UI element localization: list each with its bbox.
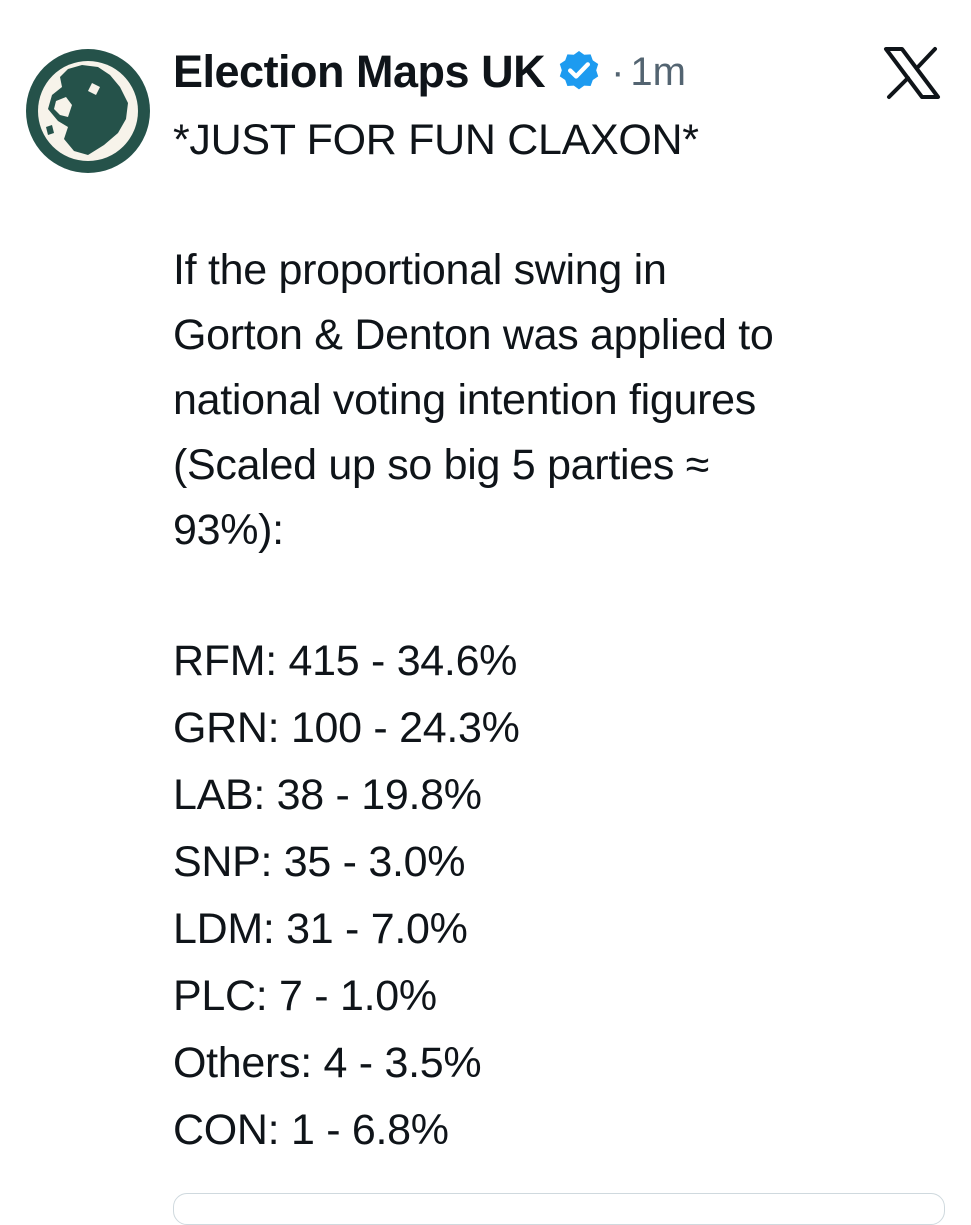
result-line: RFM: 415 - 34.6% (173, 637, 518, 685)
tweet-timestamp[interactable]: 1m (630, 50, 686, 95)
separator-dot: · (611, 49, 625, 94)
result-line: CON: 1 - 6.8% (173, 1106, 449, 1154)
text-line: Gorton & Denton was applied to (173, 311, 774, 359)
text-line: *JUST FOR FUN CLAXON* (173, 116, 699, 164)
result-line: LAB: 38 - 19.8% (173, 771, 482, 819)
text-line: If the proportional swing in (173, 246, 667, 294)
result-line: PLC: 7 - 1.0% (173, 972, 437, 1020)
author-name[interactable]: Election Maps UK (173, 46, 546, 98)
text-line: national voting intention figures (173, 376, 756, 424)
tweet-header: Election Maps UK · 1m (173, 42, 686, 102)
tweet-text: *JUST FOR FUN CLAXON* If the proportiona… (173, 108, 953, 1164)
embedded-card-edge[interactable] (173, 1193, 945, 1225)
text-line: 93%): (173, 506, 284, 554)
result-line: LDM: 31 - 7.0% (173, 905, 468, 953)
verified-badge-icon[interactable] (555, 48, 603, 96)
result-line: Others: 4 - 3.5% (173, 1039, 482, 1087)
results-list: RFM: 415 - 34.6% GRN: 100 - 24.3% LAB: 3… (173, 628, 953, 1164)
tweet: Election Maps UK · 1m *JUST FOR FUN CLAX… (0, 0, 971, 1225)
x-logo-icon[interactable] (882, 46, 942, 100)
avatar[interactable] (26, 49, 150, 173)
uk-map-avatar-icon (38, 61, 138, 161)
result-line: SNP: 35 - 3.0% (173, 838, 466, 886)
result-line: GRN: 100 - 24.3% (173, 704, 520, 752)
text-line: (Scaled up so big 5 parties ≈ (173, 441, 709, 489)
